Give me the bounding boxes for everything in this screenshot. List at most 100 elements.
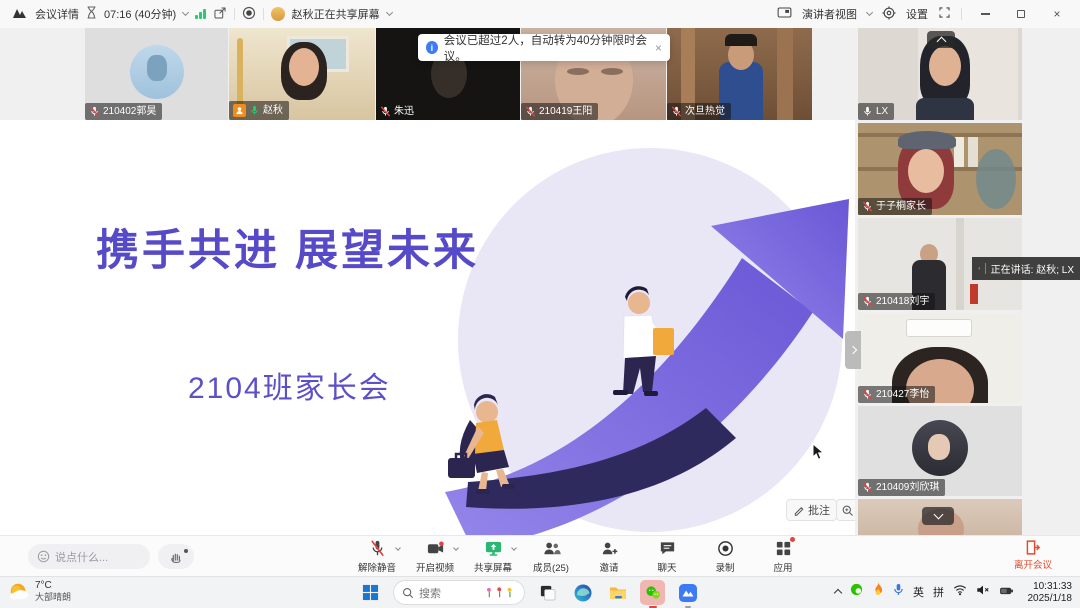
- info-icon: i: [426, 41, 438, 54]
- sharer-avatar: [271, 7, 285, 21]
- mic-muted-icon: [862, 201, 873, 212]
- meeting-details-button[interactable]: 会议详情: [35, 6, 79, 22]
- view-mode-chevron-icon[interactable]: [866, 9, 873, 16]
- collapse-strip-button[interactable]: [927, 31, 955, 48]
- view-mode-button[interactable]: 演讲者视图: [802, 6, 857, 22]
- apps-button[interactable]: 应用: [761, 538, 805, 574]
- taskbar-weather-widget[interactable]: 7°C 大部晴朗: [8, 580, 71, 603]
- meeting-notification: i 会议已超过2人，自动转为40分钟限时会议。 ×: [418, 34, 670, 61]
- record-icon: [716, 538, 735, 559]
- wechat-icon[interactable]: [640, 580, 665, 605]
- meeting-timer[interactable]: 07:16 (40分钟): [104, 6, 176, 22]
- meeting-control-bar: 说点什么... 解除静音 开启视频 共: [0, 535, 1080, 576]
- members-icon: [542, 538, 561, 559]
- speaking-indicator: 正在讲话: 赵秋; LX: [972, 257, 1080, 280]
- leave-meeting-button[interactable]: 离开会议: [1014, 539, 1052, 571]
- sharing-status-text[interactable]: 赵秋正在共享屏幕: [292, 6, 380, 22]
- start-video-button[interactable]: 开启视频: [413, 538, 457, 574]
- mic-muted-icon: [380, 106, 391, 117]
- voice-input-tray-icon[interactable]: [893, 583, 904, 601]
- mic-muted-icon: [671, 106, 682, 117]
- titlebar: 会议详情 07:16 (40分钟) 赵秋正在共享屏幕 演讲者视图: [0, 0, 1080, 28]
- wechat-tray-icon[interactable]: [850, 583, 863, 601]
- participant-nameplate: 210427李怡: [858, 386, 935, 403]
- close-button[interactable]: ×: [1044, 5, 1070, 23]
- participant-nameplate: 210419王阳: [521, 103, 598, 120]
- meeting-app-window: 会议详情 07:16 (40分钟) 赵秋正在共享屏幕 演讲者视图: [0, 0, 1080, 608]
- host-badge-icon: [233, 104, 246, 117]
- raise-hand-icon: [169, 550, 183, 564]
- video-tile-active-speaker[interactable]: 赵秋: [229, 28, 375, 120]
- video-tile-partial[interactable]: [858, 499, 1022, 535]
- wifi-icon[interactable]: [953, 583, 967, 601]
- ime-pinyin-indicator[interactable]: 拼: [933, 584, 944, 600]
- meeting-stage: 携手共进 展望未来 2104班家长会 批注 210402郭昊: [0, 28, 1080, 535]
- apps-grid-icon: [774, 538, 793, 559]
- volume-muted-icon[interactable]: [976, 583, 990, 601]
- ime-english-indicator[interactable]: 英: [913, 584, 924, 600]
- video-tile[interactable]: 次旦热觉: [667, 28, 812, 120]
- tray-expand-chevron-icon[interactable]: [835, 587, 841, 596]
- settings-gear-icon[interactable]: [882, 6, 896, 23]
- file-explorer-icon[interactable]: [605, 580, 630, 605]
- participant-nameplate: 210418刘宇: [858, 293, 935, 310]
- mic-on-icon: [862, 106, 873, 117]
- members-button[interactable]: 成员(25): [529, 538, 573, 574]
- battery-icon[interactable]: [999, 583, 1014, 601]
- record-button[interactable]: 录制: [703, 538, 747, 574]
- chat-button[interactable]: 聊天: [645, 538, 689, 574]
- mic-muted-icon: [525, 106, 536, 117]
- raise-hand-button[interactable]: [158, 544, 194, 569]
- video-tile[interactable]: LX: [858, 28, 1022, 120]
- collapse-sidebar-handle[interactable]: [845, 331, 861, 369]
- view-mode-icon: [777, 6, 792, 22]
- participant-nameplate: 次旦热觉: [667, 103, 731, 120]
- video-tile[interactable]: 210409刘欣琪: [858, 406, 1022, 496]
- search-highlight-tulips-icon: [484, 585, 516, 600]
- sharing-status-chevron-icon[interactable]: [386, 9, 393, 16]
- zoom-button[interactable]: [836, 499, 855, 521]
- edge-browser-icon[interactable]: [570, 580, 595, 605]
- search-icon: [402, 587, 414, 599]
- video-tile[interactable]: 于子桐家长: [858, 123, 1022, 215]
- share-screen-icon: [484, 538, 503, 559]
- share-screen-button[interactable]: 共享屏幕: [471, 538, 515, 574]
- camera-icon: [426, 538, 445, 559]
- flame-tray-icon[interactable]: [872, 582, 884, 601]
- participant-nameplate: LX: [858, 103, 894, 120]
- settings-button[interactable]: 设置: [906, 6, 928, 22]
- scroll-down-videos-button[interactable]: [922, 507, 954, 525]
- participant-nameplate: 朱迅: [376, 103, 420, 120]
- video-tile[interactable]: 210402郭昊: [85, 28, 228, 120]
- timer-chevron-icon[interactable]: [182, 9, 189, 16]
- taskbar-search-input[interactable]: 搜索: [393, 580, 525, 605]
- smiley-icon: [37, 550, 50, 563]
- toolbar: 解除静音 开启视频 共享屏幕 成员(25): [355, 538, 805, 574]
- maximize-button[interactable]: [1008, 5, 1034, 23]
- weather-description: 大部晴朗: [35, 592, 71, 603]
- mic-muted-icon: [862, 389, 873, 400]
- video-tile[interactable]: 210427李怡: [858, 313, 1022, 403]
- taskbar-clock[interactable]: 10:31:33 2025/1/18: [1028, 581, 1073, 605]
- mic-muted-icon: [978, 263, 980, 274]
- task-view-button[interactable]: [535, 580, 560, 605]
- participant-nameplate: 于子桐家长: [858, 198, 932, 215]
- notification-close-icon[interactable]: ×: [655, 41, 662, 55]
- slide-illustration: [0, 120, 855, 535]
- fullscreen-icon[interactable]: [938, 6, 951, 22]
- minimize-button[interactable]: [972, 5, 998, 23]
- tencent-meeting-icon[interactable]: [675, 580, 700, 605]
- hourglass-icon: [86, 6, 97, 22]
- start-button[interactable]: [358, 580, 383, 605]
- annotate-button[interactable]: 批注: [786, 499, 837, 521]
- invite-button[interactable]: 邀请: [587, 538, 631, 574]
- unmute-button[interactable]: 解除静音: [355, 538, 399, 574]
- shared-screen: 携手共进 展望未来 2104班家长会 批注: [0, 120, 855, 535]
- weather-temperature: 7°C: [35, 580, 71, 592]
- mic-muted-icon: [862, 296, 873, 307]
- record-indicator-icon[interactable]: [242, 6, 256, 23]
- slide-subtitle: 2104班家长会: [188, 363, 391, 407]
- share-out-icon[interactable]: [213, 6, 227, 23]
- mic-muted-icon: [862, 482, 873, 493]
- chat-message-input[interactable]: 说点什么...: [28, 544, 150, 569]
